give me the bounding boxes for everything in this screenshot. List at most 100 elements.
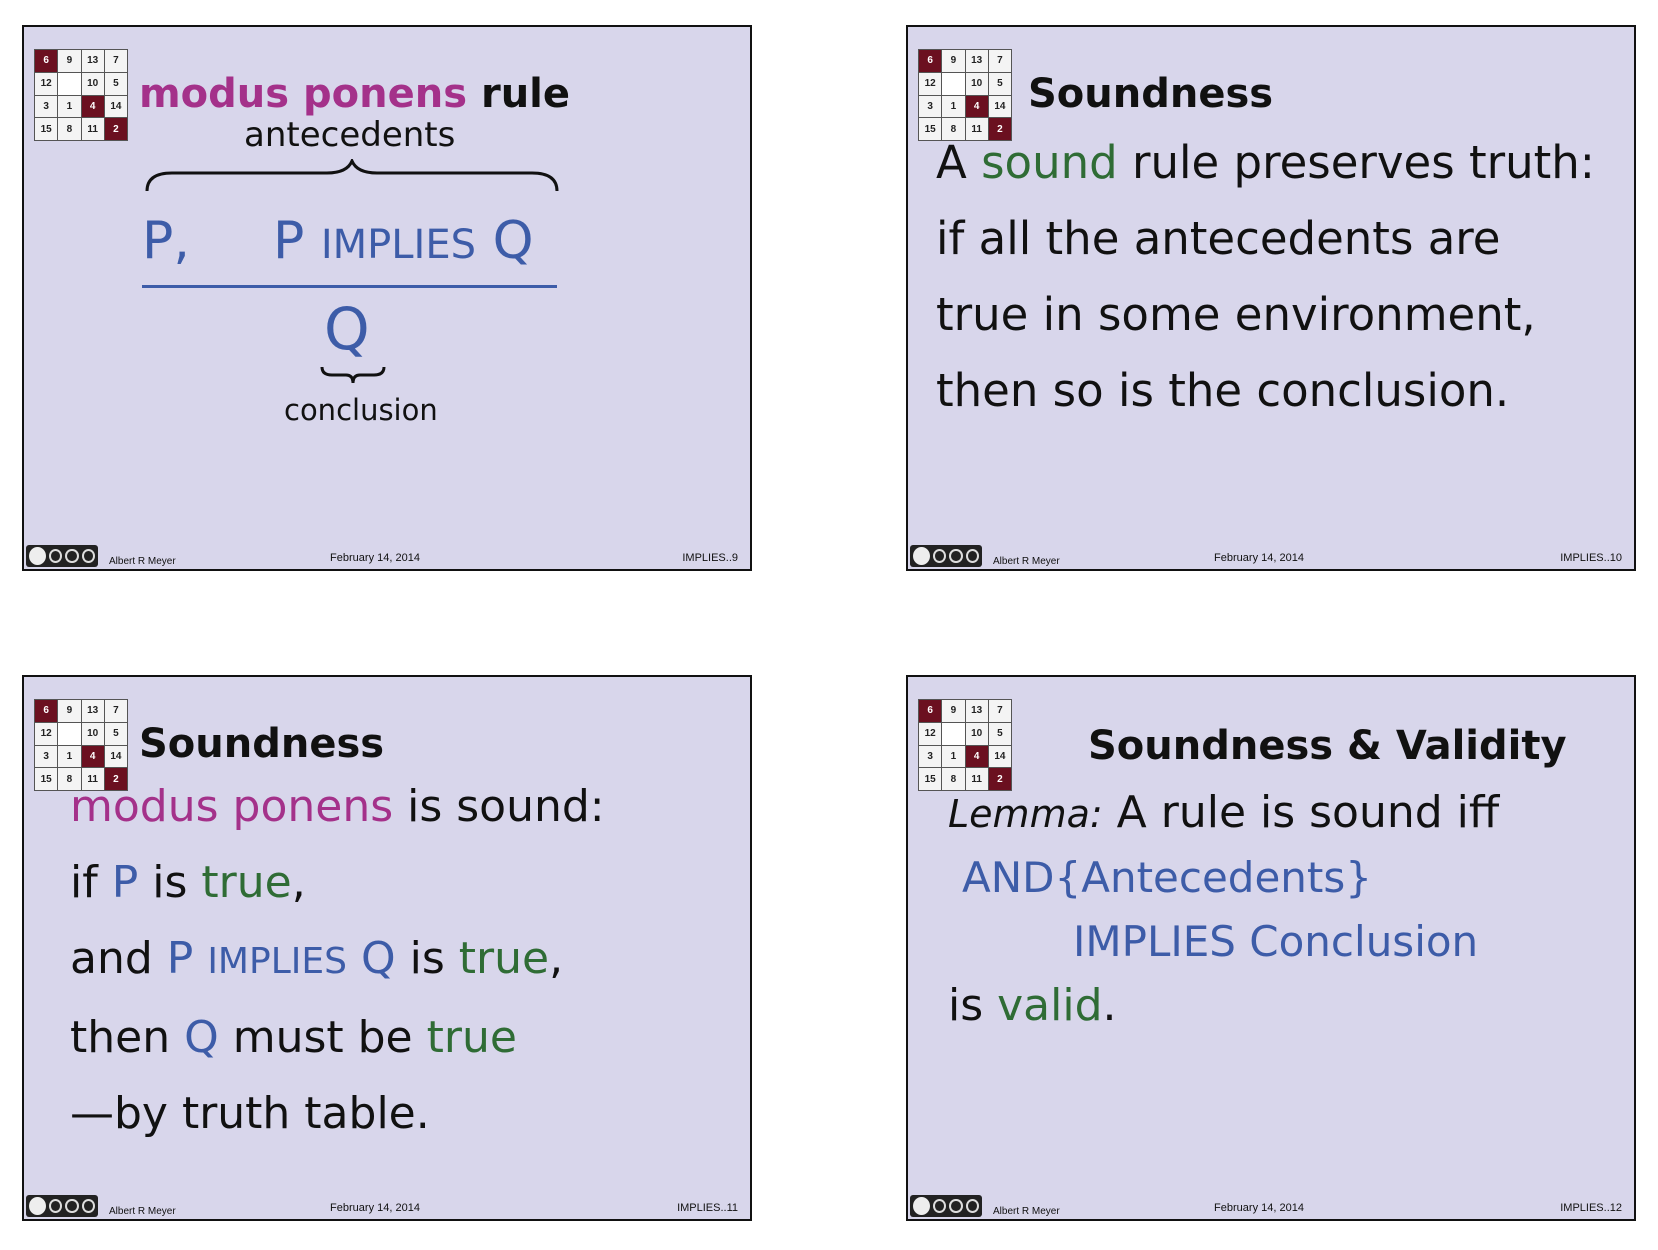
- logo-tile: 1: [58, 95, 81, 118]
- line-text: is: [395, 933, 459, 984]
- line-text: ,: [291, 857, 306, 908]
- term-true: true: [201, 857, 292, 908]
- lemma-line-1: Lemma: A rule is sound iff: [948, 781, 1499, 846]
- logo-tile: 7: [104, 50, 127, 72]
- lemma-text: Lemma: A rule is sound iff AND{Anteceden…: [948, 781, 1499, 1038]
- logo-tile: [942, 72, 965, 95]
- slide-title: modus ponens rule: [139, 71, 570, 117]
- logo-tile: 11: [81, 118, 104, 140]
- term-modus-ponens: modus ponens: [70, 781, 394, 832]
- slide-title: Soundness: [139, 721, 385, 767]
- logo-tile: 13: [81, 50, 104, 72]
- footer-date: February 14, 2014: [330, 552, 420, 564]
- line-text: A rule is sound iff: [1102, 787, 1500, 838]
- definition-line-2: if all the antecedents are: [936, 212, 1501, 265]
- sound-line-1: modus ponens is sound:: [70, 769, 605, 845]
- slide-title: Soundness: [1028, 71, 1274, 117]
- slide-title: Soundness & Validity: [1088, 723, 1567, 769]
- logo-tile: 1: [942, 745, 965, 768]
- line-text: rule preserves truth:: [1117, 136, 1595, 189]
- logo-tile: 7: [988, 700, 1011, 722]
- logo-tile: 13: [81, 700, 104, 722]
- premises: P, P IMPLIES Q: [142, 211, 534, 271]
- logo-tile: 14: [988, 745, 1011, 768]
- slide-number: IMPLIES..9: [682, 552, 738, 564]
- logo-tile: 4: [965, 745, 988, 768]
- line-text: then: [70, 1012, 185, 1063]
- line-text: ,: [549, 933, 564, 984]
- slide-soundness-validity: 6 9 13 7 12 10 5 3 1 4 14 15 8 11 2 Soundness & Validi…: [906, 675, 1636, 1221]
- logo-tile: 9: [58, 50, 81, 72]
- slide-number: IMPLIES..12: [1560, 1202, 1622, 1214]
- logo-tile: 9: [942, 700, 965, 722]
- footer-date: February 14, 2014: [330, 1202, 420, 1214]
- sound-line-2: if P is true,: [70, 845, 605, 921]
- premise-implies-op: IMPLIES: [320, 222, 477, 268]
- footer-date: February 14, 2014: [1214, 1202, 1304, 1214]
- logo-tile: 5: [104, 722, 127, 745]
- logo-tile: 10: [81, 72, 104, 95]
- logo-tile: 12: [919, 72, 942, 95]
- title-word-modus: modus: [139, 71, 290, 117]
- logo-tile: 9: [942, 50, 965, 72]
- logo-tile: 12: [35, 722, 58, 745]
- line-text: is: [948, 980, 998, 1031]
- logo-tile: 3: [919, 745, 942, 768]
- logo-tile: 12: [919, 722, 942, 745]
- puzzle-logo: 6 9 13 7 12 10 5 3 1 4 14 15 8 11 2: [918, 699, 1012, 791]
- term-true: true: [458, 933, 550, 984]
- logo-tile: [58, 72, 81, 95]
- line-text: if: [70, 857, 112, 908]
- prop-q: Q: [360, 933, 396, 984]
- title-word-rule: rule: [480, 71, 571, 117]
- logo-tile: 7: [988, 50, 1011, 72]
- logo-tile: 5: [988, 72, 1011, 95]
- logo-tile: 2: [104, 118, 127, 140]
- term-sound: sound: [981, 136, 1118, 189]
- lemma-line-4: is valid.: [948, 974, 1499, 1038]
- logo-tile: 3: [919, 95, 942, 118]
- antecedents-brace: [145, 159, 559, 192]
- slide-soundness-definition: 6 9 13 7 12 10 5 3 1 4 14 15 8 11 2 Soundness A sound …: [906, 25, 1636, 571]
- conclusion-label: conclusion: [284, 393, 438, 427]
- logo-tile: 4: [81, 95, 104, 118]
- line-text: is sound:: [393, 781, 605, 832]
- line-text: is: [138, 857, 202, 908]
- inference-line: [142, 285, 557, 288]
- antecedents-label: antecedents: [244, 115, 456, 155]
- premise-p: P,: [142, 211, 190, 271]
- logo-tile: 3: [35, 745, 58, 768]
- logo-tile: 1: [942, 95, 965, 118]
- logo-tile: 6: [35, 50, 58, 72]
- logo-tile: 10: [965, 72, 988, 95]
- logo-tile: 6: [35, 700, 58, 722]
- logo-tile: 15: [35, 118, 58, 140]
- logo-tile: 13: [965, 50, 988, 72]
- term-true: true: [426, 1012, 517, 1063]
- logo-tile: 10: [81, 722, 104, 745]
- logo-tile: 14: [988, 95, 1011, 118]
- logo-tile: 15: [919, 768, 942, 790]
- line-text: and: [70, 933, 167, 984]
- logo-tile: 10: [965, 722, 988, 745]
- line-text: A: [936, 136, 982, 189]
- line-text: .: [1102, 980, 1117, 1031]
- logo-tile: 5: [104, 72, 127, 95]
- puzzle-logo: 6 9 13 7 12 10 5 3 1 4 14 15 8 11 2: [34, 49, 128, 141]
- prop-p: P: [111, 857, 139, 908]
- logo-tile: 8: [58, 118, 81, 140]
- premise-implies-q: Q: [492, 211, 534, 271]
- premise-implies-p: P: [272, 211, 305, 271]
- logo-tile: 14: [104, 745, 127, 768]
- logo-tile: [58, 722, 81, 745]
- logo-tile: 7: [104, 700, 127, 722]
- slide-number: IMPLIES..11: [677, 1202, 738, 1214]
- lemma-expr-implies: IMPLIES Conclusion: [1073, 917, 1479, 966]
- line-text: must be: [218, 1012, 427, 1063]
- conclusion-brace: [320, 366, 386, 384]
- lemma-label: Lemma:: [948, 792, 1103, 836]
- conclusion-q: Q: [324, 295, 370, 363]
- slide-modus-ponens-rule: 6 9 13 7 12 10 5 3 1 4 14 15 8 11 2 modus ponens rule …: [22, 25, 752, 571]
- prop-p: P: [166, 933, 194, 984]
- logo-tile: 12: [35, 72, 58, 95]
